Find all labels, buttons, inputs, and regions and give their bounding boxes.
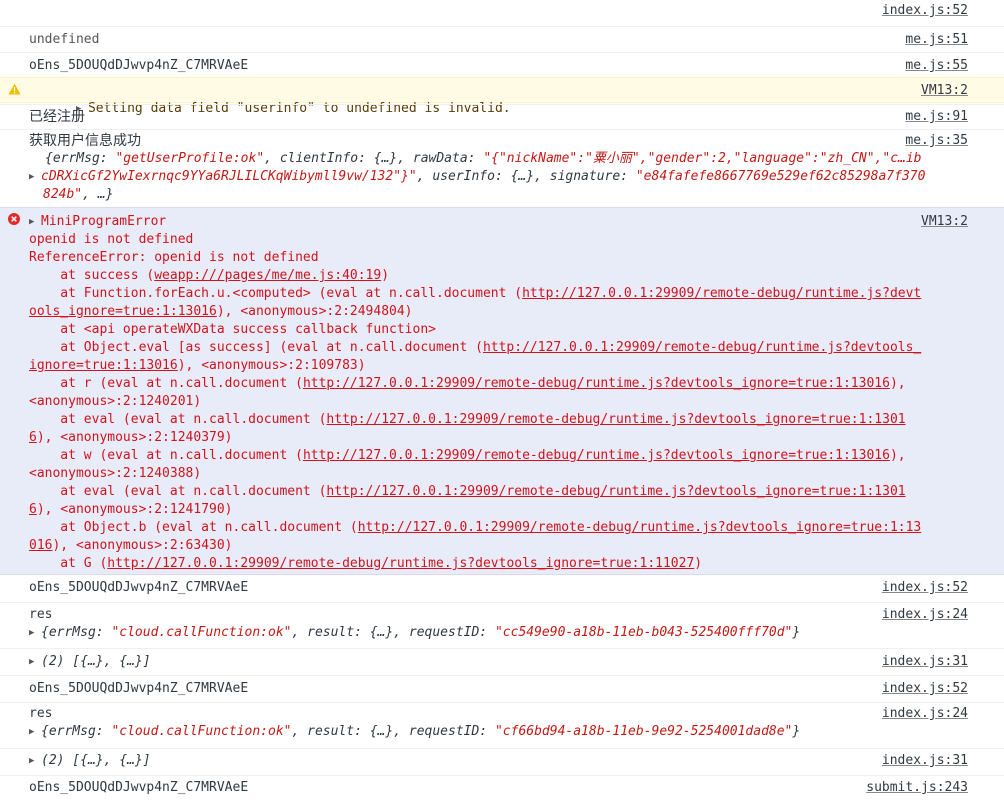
source-link[interactable]: index.js:24	[882, 606, 968, 624]
console-error: VM13:2 ▶ MiniProgramError openid is not d…	[0, 207, 1004, 575]
source-link[interactable]: index.js:52	[882, 2, 968, 20]
console-message: 已经注册 me.js:91	[0, 104, 1004, 129]
error-message: ReferenceError: openid is not defined	[29, 250, 319, 265]
stack-frame: at Object.eval [as success] (eval at n.c…	[29, 340, 922, 355]
triangle-right-icon[interactable]: ▶	[29, 213, 41, 231]
object-preview-line[interactable]: ▶ cDRXicGf2YwIexrnqc9YYa6RJLILCKqWibymll9…	[29, 168, 968, 186]
stack-frame: at w (eval at n.call.document (http://12…	[29, 448, 906, 463]
stack-frame: 6), <anonymous>:2:1240379)	[29, 430, 233, 445]
log-text: 获取用户信息成功	[29, 133, 141, 149]
stack-link[interactable]: http://127.0.0.1:29909/remote-debug/runt…	[326, 412, 905, 427]
source-link[interactable]: index.js:52	[882, 579, 968, 597]
stack-link[interactable]: http://127.0.0.1:29909/remote-debug/runt…	[326, 484, 905, 499]
triangle-right-icon[interactable]: ▶	[29, 752, 41, 770]
stack-frame: ignore=true:1:13016), <anonymous>:2:1097…	[29, 358, 366, 373]
stack-link[interactable]: http://127.0.0.1:29909/remote-debug/runt…	[358, 520, 922, 535]
source-link[interactable]: me.js:55	[905, 57, 968, 75]
console-message: index.js:52	[0, 0, 1004, 26]
stack-link[interactable]: 6	[29, 430, 37, 445]
stack-link[interactable]: 016	[29, 538, 52, 553]
console-message: oEns_5DOUQdDJwvp4nZ_C7MRVAeE index.js:52	[0, 675, 1004, 702]
stack-frame: at Function.forEach.u.<computed> (eval a…	[29, 286, 922, 301]
stack-frame: at eval (eval at n.call.document (http:/…	[29, 412, 906, 427]
object-preview-line[interactable]: 824b", …}	[29, 186, 968, 204]
object-preview-line[interactable]: ▶ {errMsg: "cloud.callFunction:ok", resul…	[29, 723, 968, 741]
warning-line: ▶ Setting data field "userinfo" to undefi…	[29, 82, 968, 116]
source-link[interactable]: index.js:31	[882, 752, 968, 770]
stack-frame: <anonymous>:2:1240388)	[29, 466, 202, 481]
log-text: res	[29, 607, 53, 622]
triangle-right-icon[interactable]: ▶	[29, 723, 41, 741]
console-message: oEns_5DOUQdDJwvp4nZ_C7MRVAeE submit.js:2…	[0, 775, 1004, 806]
console-message: ▶ (2) [{…}, {…}] index.js:31	[0, 748, 1004, 775]
log-text: oEns_5DOUQdDJwvp4nZ_C7MRVAeE	[29, 681, 249, 696]
stack-link[interactable]: ools_ignore=true:1:13016	[29, 304, 217, 319]
stack-link[interactable]: 6	[29, 502, 37, 517]
error-message: openid is not defined	[29, 232, 194, 247]
log-text: oEns_5DOUQdDJwvp4nZ_C7MRVAeE	[29, 580, 249, 595]
error-title: MiniProgramError	[41, 214, 167, 229]
stack-link[interactable]: http://127.0.0.1:29909/remote-debug/runt…	[522, 286, 921, 301]
stack-link[interactable]: ignore=true:1:13016	[29, 358, 178, 373]
array-preview[interactable]: ▶ (2) [{…}, {…}]	[29, 653, 968, 671]
console-message: oEns_5DOUQdDJwvp4nZ_C7MRVAeE index.js:52	[0, 576, 1004, 602]
stack-frame: ools_ignore=true:1:13016), <anonymous>:2…	[29, 304, 413, 319]
array-preview[interactable]: ▶ (2) [{…}, {…}]	[29, 752, 968, 770]
error-title-line[interactable]: ▶ MiniProgramError	[29, 213, 968, 231]
source-link[interactable]: index.js:52	[882, 680, 968, 698]
console-message: ▶ (2) [{…}, {…}] index.js:31	[0, 648, 1004, 675]
source-link[interactable]: submit.js:243	[866, 779, 968, 797]
stack-frame: 016), <anonymous>:2:63430)	[29, 538, 233, 553]
warning-icon	[8, 83, 21, 95]
log-text: res	[29, 706, 53, 721]
triangle-right-icon[interactable]: ▶	[29, 168, 41, 186]
object-preview-line[interactable]: {errMsg: "getUserProfile:ok", clientInfo…	[41, 150, 968, 168]
stack-link[interactable]: http://127.0.0.1:29909/remote-debug/runt…	[303, 448, 890, 463]
stack-link[interactable]: http://127.0.0.1:29909/remote-debug/runt…	[107, 556, 694, 571]
stack-frame: at Object.b (eval at n.call.document (ht…	[29, 520, 922, 535]
console-panel: index.js:52 undefined me.js:51 oEns_5DOU…	[0, 0, 1004, 806]
source-link[interactable]: index.js:31	[882, 653, 968, 671]
stack-link[interactable]: weapp:///pages/me/me.js:40:19	[154, 268, 381, 283]
source-link[interactable]: VM13:2	[921, 82, 968, 100]
log-text: oEns_5DOUQdDJwvp4nZ_C7MRVAeE	[29, 780, 249, 795]
log-text: oEns_5DOUQdDJwvp4nZ_C7MRVAeE	[29, 58, 249, 73]
error-icon	[8, 213, 20, 225]
console-warning: ▶ Setting data field "userinfo" to undefi…	[0, 77, 1004, 116]
source-link[interactable]: VM13:2	[921, 213, 968, 231]
triangle-right-icon[interactable]: ▶	[29, 624, 41, 642]
source-link[interactable]: index.js:24	[882, 705, 968, 723]
log-text: 已经注册	[29, 109, 85, 125]
stack-link[interactable]: http://127.0.0.1:29909/remote-debug/runt…	[303, 376, 890, 391]
stack-frame: at eval (eval at n.call.document (http:/…	[29, 484, 906, 499]
stack-frame: at r (eval at n.call.document (http://12…	[29, 376, 906, 391]
stack-frame: at G (http://127.0.0.1:29909/remote-debu…	[29, 556, 703, 571]
source-link[interactable]: me.js:35	[905, 132, 968, 150]
console-message: oEns_5DOUQdDJwvp4nZ_C7MRVAeE me.js:55	[0, 52, 1004, 78]
stack-frame: at <api operateWXData success callback f…	[29, 322, 436, 337]
log-text: undefined	[29, 32, 100, 47]
stack-link[interactable]: http://127.0.0.1:29909/remote-debug/runt…	[483, 340, 921, 355]
source-link[interactable]: me.js:51	[905, 31, 968, 49]
triangle-right-icon[interactable]: ▶	[29, 653, 41, 671]
console-message: undefined me.js:51	[0, 26, 1004, 52]
console-message: 获取用户信息成功 me.js:35 {errMsg: "getUserProfi…	[0, 129, 1004, 207]
console-message: res index.js:24 ▶ {errMsg: "cloud.callFun…	[0, 602, 1004, 648]
stack-frame: 6), <anonymous>:2:1241790)	[29, 502, 233, 517]
console-message: res index.js:24 ▶ {errMsg: "cloud.callFun…	[0, 702, 1004, 748]
stack-frame: at success (weapp:///pages/me/me.js:40:1…	[29, 268, 390, 283]
source-link[interactable]: me.js:91	[905, 108, 968, 126]
stack-frame: <anonymous>:2:1240201)	[29, 394, 202, 409]
object-preview-line[interactable]: ▶ {errMsg: "cloud.callFunction:ok", resul…	[29, 624, 968, 642]
